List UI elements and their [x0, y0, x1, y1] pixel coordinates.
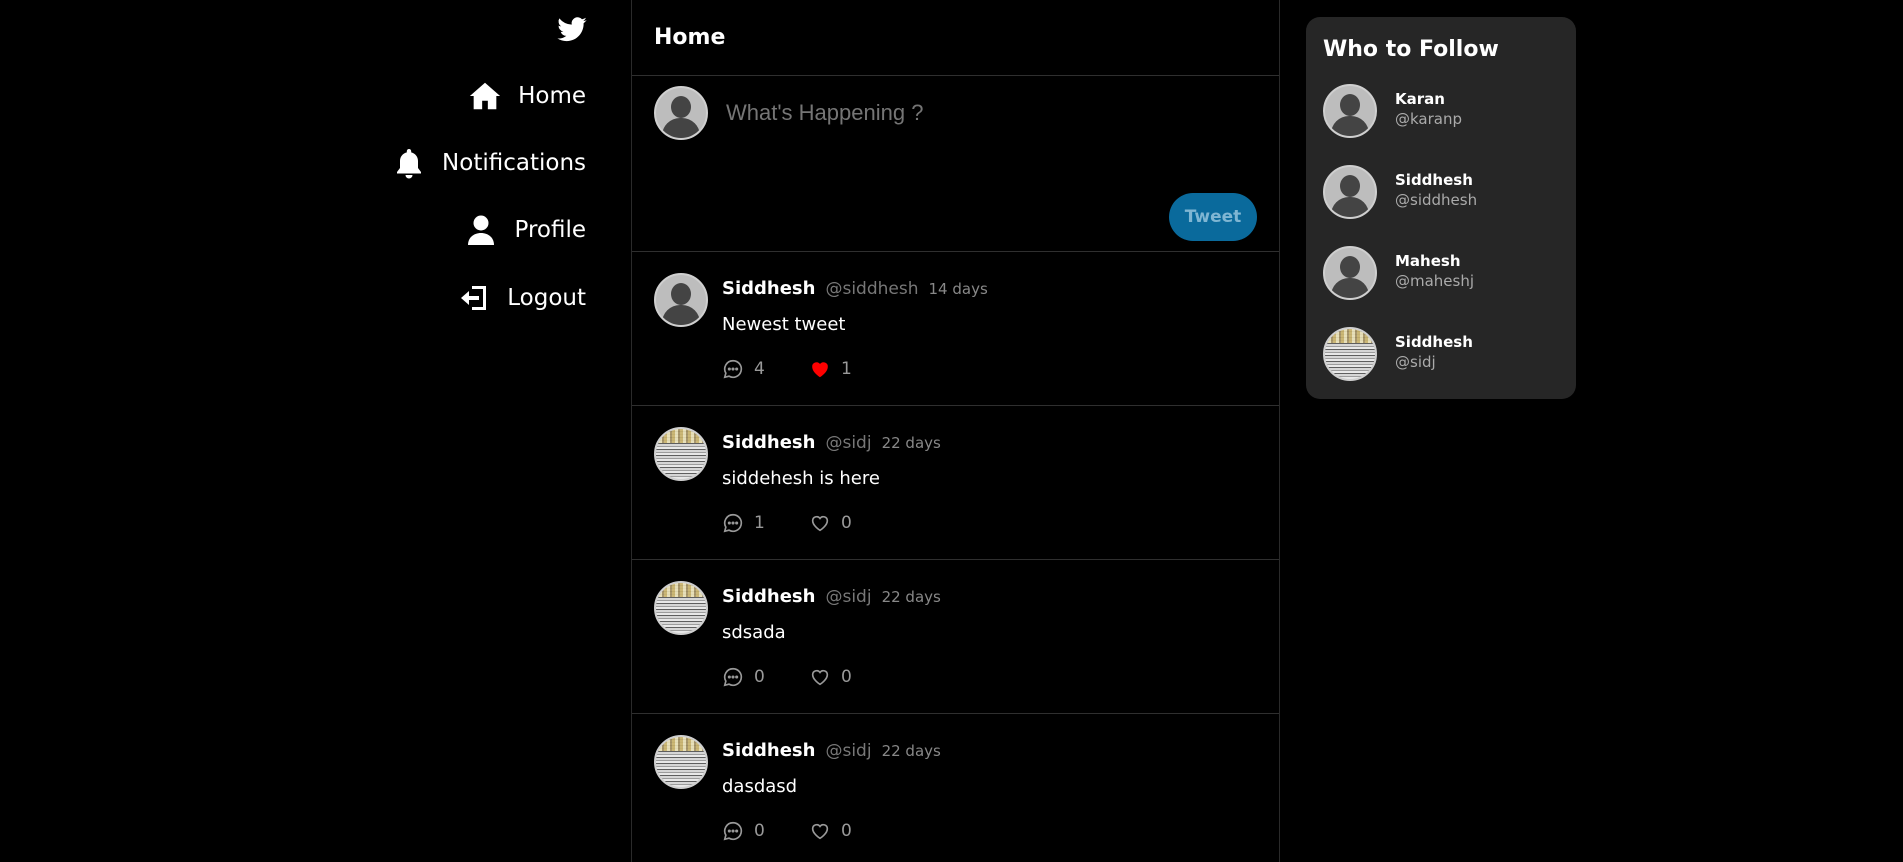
follow-suggestion[interactable]: Siddhesh @siddhesh [1323, 165, 1563, 221]
follow-user-name: Mahesh [1395, 252, 1461, 270]
tweet-item: Siddhesh @sidj 22 days dasdasd 0 0 [632, 714, 1279, 862]
comment-count: 0 [754, 821, 765, 841]
tweet-author-handle: @sidj [825, 433, 872, 453]
tweet-meta: Siddhesh @siddhesh 14 days [722, 278, 988, 299]
follow-suggestion[interactable]: Mahesh @maheshj [1323, 246, 1563, 302]
like-button[interactable]: 0 [809, 820, 896, 842]
tweet-actions: 4 1 [722, 358, 896, 380]
tweet-author-name[interactable]: Siddhesh [722, 586, 815, 607]
comment-icon [723, 821, 743, 841]
avatar[interactable] [654, 581, 708, 635]
who-to-follow-title: Who to Follow [1323, 37, 1499, 62]
tweet-timestamp: 22 days [881, 434, 941, 452]
avatar[interactable] [654, 273, 708, 327]
comment-button[interactable]: 4 [722, 358, 809, 380]
nav-item-notifications[interactable]: Notifications [392, 143, 586, 183]
nav-item-logout[interactable]: Logout [457, 278, 586, 318]
comment-count: 1 [754, 513, 765, 533]
tweet-actions: 1 0 [722, 512, 896, 534]
home-icon [469, 82, 501, 110]
tweet-actions: 0 0 [722, 820, 896, 842]
tweet-actions: 0 0 [722, 666, 896, 688]
comment-button[interactable]: 1 [722, 512, 809, 534]
like-count: 0 [841, 667, 852, 687]
heart-icon [811, 823, 829, 840]
follow-user-name: Karan [1395, 90, 1445, 108]
tweet-author-name[interactable]: Siddhesh [722, 278, 815, 299]
like-button[interactable]: 0 [809, 512, 896, 534]
tweet-author-name[interactable]: Siddhesh [722, 432, 815, 453]
nav-item-label: Notifications [442, 150, 586, 176]
avatar [1323, 246, 1377, 300]
nav-item-label: Logout [507, 285, 586, 311]
tweet-item: Siddhesh @siddhesh 14 days Newest tweet … [632, 252, 1279, 406]
heart-icon [811, 669, 829, 686]
comment-icon [723, 513, 743, 533]
bell-icon [397, 149, 422, 179]
tweet-meta: Siddhesh @sidj 22 days [722, 586, 941, 607]
comment-button[interactable]: 0 [722, 666, 809, 688]
comment-icon [723, 667, 743, 687]
follow-user-handle: @karanp [1395, 110, 1463, 128]
tweet-composer: Tweet [632, 76, 1279, 252]
like-count: 1 [841, 359, 852, 379]
logout-icon [461, 286, 487, 310]
follow-user-name: Siddhesh [1395, 171, 1473, 189]
left-nav: Home Notifications Profile Logout [0, 0, 632, 862]
tweet-meta: Siddhesh @sidj 22 days [722, 432, 941, 453]
tweet-text: siddehesh is here [722, 468, 880, 489]
tweet-author-handle: @siddhesh [825, 279, 919, 299]
comment-count: 4 [754, 359, 765, 379]
tweet-text: dasdasd [722, 776, 798, 797]
tweet-author-handle: @sidj [825, 741, 872, 761]
twitter-bird-icon[interactable] [556, 14, 588, 46]
follow-user-name: Siddhesh [1395, 333, 1473, 351]
comment-count: 0 [754, 667, 765, 687]
comment-icon [723, 359, 743, 379]
follow-user-handle: @sidj [1395, 353, 1436, 371]
like-button[interactable]: 1 [809, 358, 896, 380]
follow-suggestion[interactable]: Karan @karanp [1323, 84, 1563, 140]
tweet-timestamp: 22 days [881, 588, 941, 606]
tweet-meta: Siddhesh @sidj 22 days [722, 740, 941, 761]
avatar [1323, 165, 1377, 219]
tweet-item: Siddhesh @sidj 22 days sdsada 0 0 [632, 560, 1279, 714]
avatar [1323, 327, 1377, 381]
like-count: 0 [841, 513, 852, 533]
tweet-input[interactable] [726, 100, 1246, 126]
tweet-button[interactable]: Tweet [1169, 193, 1257, 241]
avatar[interactable] [654, 427, 708, 481]
user-icon [468, 215, 495, 245]
nav-item-label: Profile [514, 217, 586, 243]
tweet-timestamp: 22 days [881, 742, 941, 760]
comment-button[interactable]: 0 [722, 820, 809, 842]
page-title: Home [632, 0, 1279, 76]
heart-icon [811, 515, 829, 532]
feed: Home Tweet Siddhesh @siddhesh 14 days Ne… [631, 0, 1280, 862]
heart-filled-icon [812, 362, 828, 378]
who-to-follow-panel: Who to Follow Karan @karanp Siddhesh @si… [1306, 17, 1576, 399]
tweet-text: sdsada [722, 622, 786, 643]
tweet-author-handle: @sidj [825, 587, 872, 607]
nav-item-home[interactable]: Home [468, 76, 586, 116]
follow-user-handle: @maheshj [1395, 272, 1475, 290]
like-count: 0 [841, 821, 852, 841]
tweet-item: Siddhesh @sidj 22 days siddehesh is here… [632, 406, 1279, 560]
like-button[interactable]: 0 [809, 666, 896, 688]
tweet-timestamp: 14 days [928, 280, 988, 298]
tweet-text: Newest tweet [722, 314, 846, 335]
nav-item-profile[interactable]: Profile [464, 210, 586, 250]
avatar [1323, 84, 1377, 138]
avatar [654, 86, 708, 140]
app: Home Notifications Profile Logout Home T… [0, 0, 1903, 862]
avatar[interactable] [654, 735, 708, 789]
tweet-author-name[interactable]: Siddhesh [722, 740, 815, 761]
follow-user-handle: @siddhesh [1395, 191, 1478, 209]
follow-suggestion[interactable]: Siddhesh @sidj [1323, 327, 1563, 383]
nav-item-label: Home [518, 83, 586, 109]
